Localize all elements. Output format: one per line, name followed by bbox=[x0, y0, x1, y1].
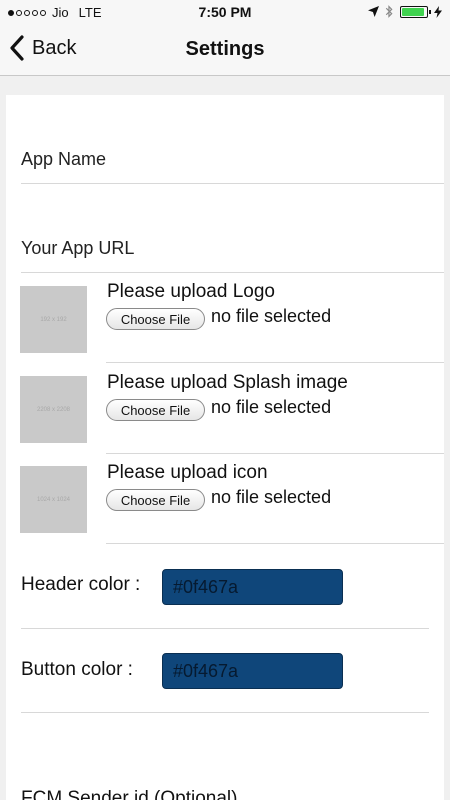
splash-thumbnail: 2208 x 2208 bbox=[20, 376, 87, 443]
header-color-row: Header color : #0f467a bbox=[21, 545, 429, 629]
app-url-field[interactable]: Your App URL bbox=[21, 184, 444, 273]
button-color-row: Button color : #0f467a bbox=[21, 629, 429, 713]
logo-upload-title: Please upload Logo bbox=[107, 281, 275, 302]
charging-bolt-icon bbox=[434, 5, 442, 18]
choose-logo-file-button[interactable]: Choose File bbox=[106, 308, 205, 330]
chevron-left-icon bbox=[10, 35, 24, 61]
header-color-input[interactable]: #0f467a bbox=[162, 569, 343, 605]
bluetooth-icon bbox=[385, 5, 393, 18]
back-button[interactable]: Back bbox=[8, 34, 76, 62]
choose-splash-file-button[interactable]: Choose File bbox=[106, 399, 205, 421]
button-color-label: Button color : bbox=[21, 659, 133, 680]
location-arrow-icon bbox=[368, 6, 379, 17]
header-color-label: Header color : bbox=[21, 574, 141, 595]
status-right bbox=[368, 5, 442, 18]
app-name-field[interactable]: App Name bbox=[21, 95, 444, 184]
choose-icon-file-button[interactable]: Choose File bbox=[106, 489, 205, 511]
fcm-sender-id-label: FCM Sender id (Optional) bbox=[21, 788, 238, 800]
settings-form: App Name Your App URL 192 x 192 Please u… bbox=[6, 95, 444, 800]
navigation-bar: Back Settings bbox=[0, 24, 450, 76]
logo-thumbnail-size: 192 x 192 bbox=[40, 316, 67, 323]
logo-thumbnail: 192 x 192 bbox=[20, 286, 87, 353]
splash-upload-row: Please upload Splash image Choose File n… bbox=[106, 364, 444, 454]
button-color-input[interactable]: #0f467a bbox=[162, 653, 343, 689]
app-url-label: Your App URL bbox=[21, 238, 135, 258]
logo-upload-row: Please upload Logo Choose File no file s… bbox=[106, 273, 444, 363]
icon-thumbnail-size: 1024 x 1024 bbox=[36, 496, 71, 503]
icon-file-status: no file selected bbox=[211, 487, 332, 507]
battery-icon bbox=[400, 5, 431, 18]
logo-file-status: no file selected bbox=[211, 306, 332, 326]
icon-thumbnail: 1024 x 1024 bbox=[20, 466, 87, 533]
splash-upload-title: Please upload Splash image bbox=[107, 372, 348, 393]
icon-upload-title: Please upload icon bbox=[107, 462, 268, 483]
app-name-label: App Name bbox=[21, 149, 107, 169]
icon-upload-row: Please upload icon Choose File no file s… bbox=[106, 454, 444, 544]
back-label: Back bbox=[32, 36, 77, 59]
splash-file-status: no file selected bbox=[211, 397, 332, 417]
status-bar: Jio LTE 7:50 PM bbox=[0, 0, 450, 24]
splash-thumbnail-size: 2208 x 2208 bbox=[36, 406, 71, 413]
